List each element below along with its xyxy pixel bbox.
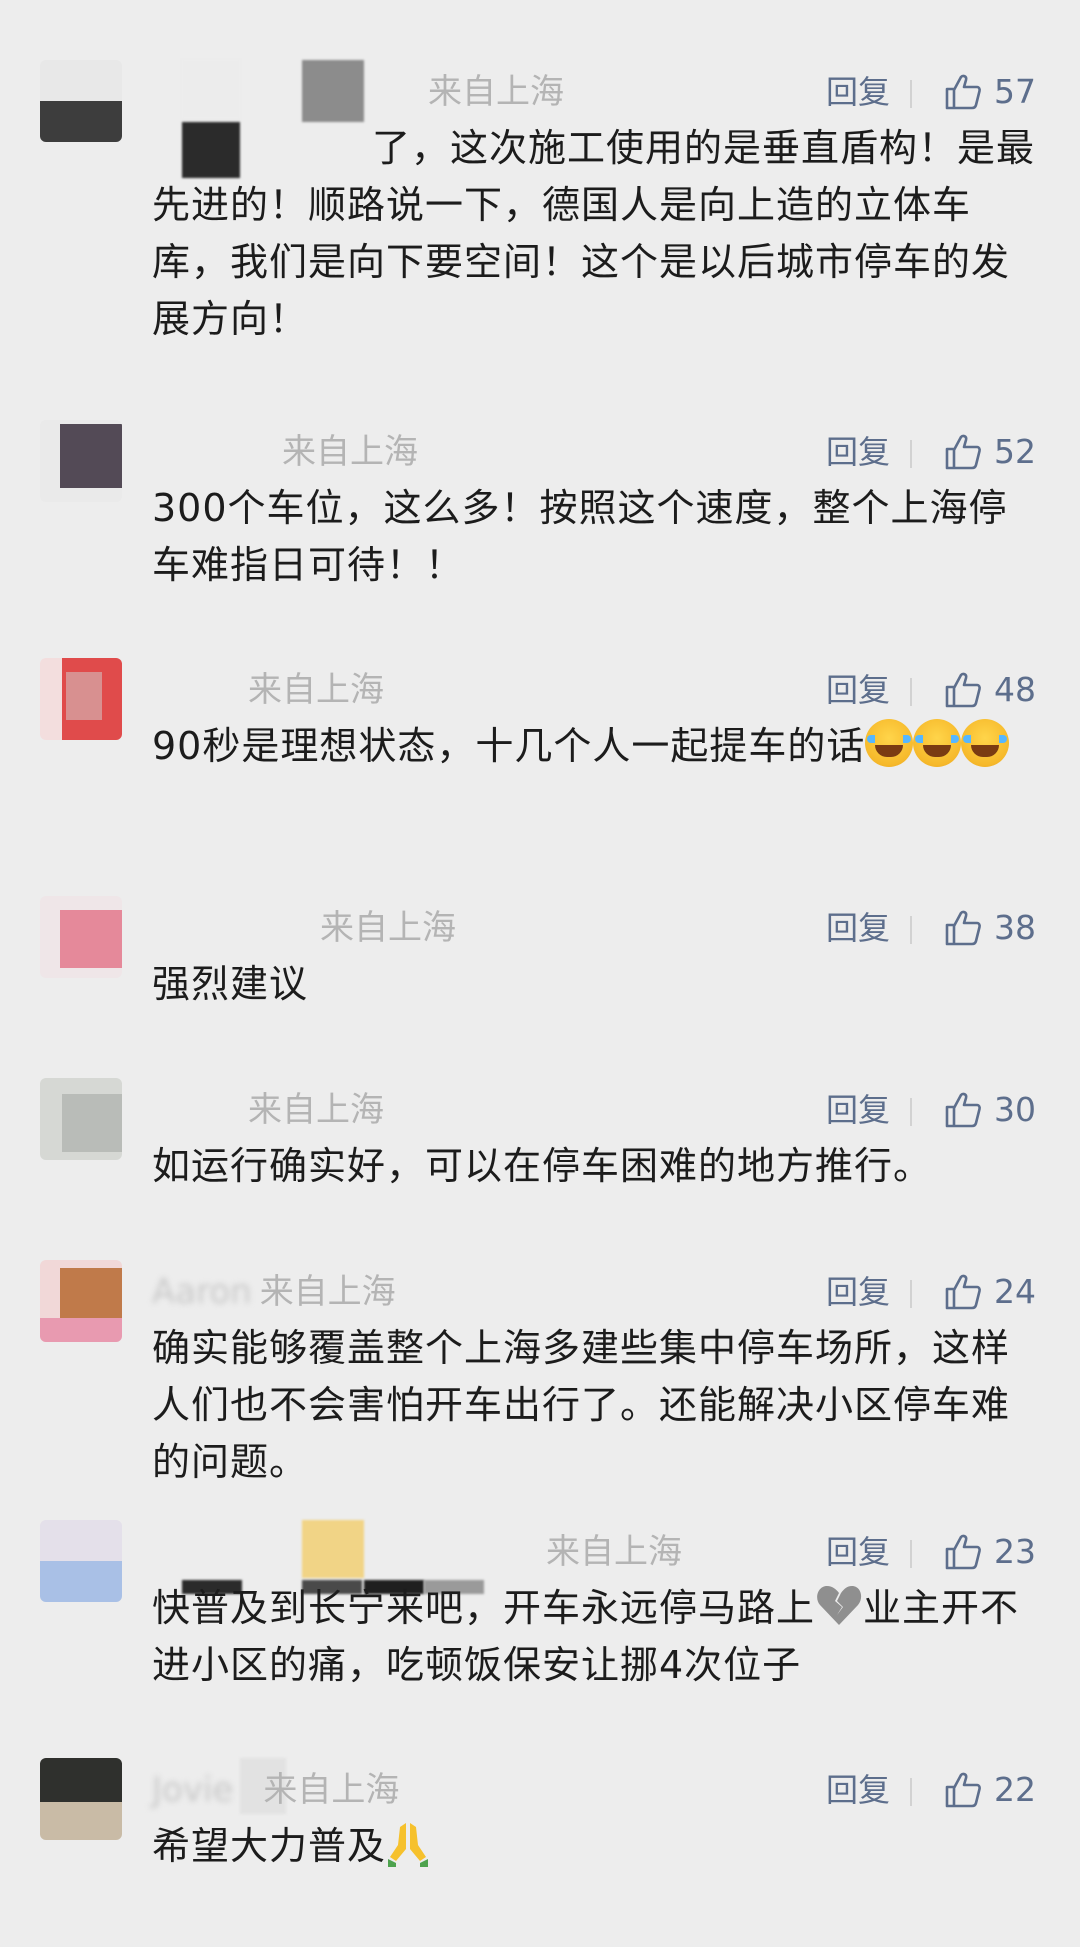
like-count: 52 — [994, 432, 1036, 471]
thumbs-up-icon — [945, 434, 981, 470]
divider — [910, 916, 912, 944]
comment-meta: Aaron 来自上海 — [152, 1268, 396, 1316]
location-label: 来自上海 — [320, 908, 456, 948]
avatar[interactable] — [40, 1260, 122, 1342]
avatar[interactable] — [40, 658, 122, 740]
comment-meta: 来自上海 — [152, 1086, 384, 1134]
reply-button[interactable]: 回复 — [826, 1528, 890, 1576]
like-button[interactable]: 57 — [944, 68, 1036, 116]
reply-button[interactable]: 回复 — [826, 1086, 890, 1134]
divider — [910, 1280, 912, 1308]
like-count: 24 — [994, 1272, 1036, 1311]
divider — [910, 1098, 912, 1126]
comment-meta: 来自上海 — [152, 68, 564, 116]
like-button[interactable]: 23 — [944, 1528, 1036, 1576]
like-count: 38 — [994, 908, 1036, 947]
divider — [910, 80, 912, 108]
avatar[interactable] — [40, 1520, 122, 1602]
like-count: 22 — [994, 1770, 1036, 1809]
reply-button[interactable]: 回复 — [826, 428, 890, 476]
location-label: 来自上海 — [546, 1532, 682, 1572]
like-count: 30 — [994, 1090, 1036, 1129]
like-count: 57 — [994, 72, 1036, 111]
thumbs-up-icon — [945, 1534, 981, 1570]
comment-text: 希望大力普及 — [152, 1818, 1040, 1875]
laugh-cry-emoji-icon — [865, 719, 914, 767]
comment-text: 强烈建议 — [152, 962, 309, 1006]
like-count: 48 — [994, 670, 1036, 709]
broken-heart-emoji-icon — [817, 1586, 862, 1625]
reply-button[interactable]: 回复 — [826, 666, 890, 714]
like-button[interactable]: 24 — [944, 1268, 1036, 1316]
location-label: 来自上海 — [259, 1272, 396, 1312]
thumbs-up-icon — [945, 910, 981, 946]
username[interactable]: Jovie — [152, 1770, 233, 1810]
like-button[interactable]: 22 — [944, 1766, 1036, 1814]
thumbs-up-icon — [945, 1092, 981, 1128]
avatar[interactable] — [40, 1758, 122, 1840]
comment-meta: 来自上海 — [152, 1528, 682, 1576]
thumbs-up-icon — [945, 1274, 981, 1310]
divider — [910, 1778, 912, 1806]
reply-button[interactable]: 回复 — [826, 904, 890, 952]
comment-meta: 来自上海 — [152, 666, 384, 714]
comment-text: 300个车位，这么多！按照这个速度，整个上海停车难指日可待！！ — [152, 486, 1008, 587]
thumbs-up-icon — [945, 672, 981, 708]
pray-emoji-icon — [388, 1823, 429, 1867]
avatar[interactable] — [40, 1078, 122, 1160]
comment-text: 90秒是理想状态，十几个人一起提车的话 — [152, 718, 1040, 775]
like-button[interactable]: 52 — [944, 428, 1036, 476]
thumbs-up-icon — [945, 74, 981, 110]
location-label: 来自上海 — [282, 432, 418, 472]
username[interactable]: Aaron — [152, 1272, 252, 1312]
location-label: 来自上海 — [263, 1770, 400, 1810]
divider — [910, 678, 912, 706]
like-button[interactable]: 30 — [944, 1086, 1036, 1134]
reply-button[interactable]: 回复 — [826, 1766, 890, 1814]
reply-button[interactable]: 回复 — [826, 1268, 890, 1316]
comment-text: 快普及到长宁来吧，开车永远停马路上 业主开不进小区的痛，吃顿饭保安让挪4次位子 — [152, 1580, 1040, 1694]
location-label: 来自上海 — [248, 1090, 384, 1130]
avatar[interactable] — [40, 896, 122, 978]
comment-meta: Jovie 来自上海 — [152, 1766, 399, 1814]
laugh-cry-emoji-icon — [961, 719, 1010, 767]
like-count: 23 — [994, 1532, 1036, 1571]
thumbs-up-icon — [945, 1772, 981, 1808]
divider — [910, 1540, 912, 1568]
like-button[interactable]: 38 — [944, 904, 1036, 952]
like-button[interactable]: 48 — [944, 666, 1036, 714]
location-label: 来自上海 — [428, 72, 564, 112]
location-label: 来自上海 — [248, 670, 384, 710]
divider — [910, 440, 912, 468]
comment-text: 如运行确实好，可以在停车困难的地方推行。 — [152, 1144, 933, 1188]
comment-meta: 来自上海 — [152, 904, 456, 952]
comment-text: 确实能够覆盖整个上海多建些集中停车场所，这样人们也不会害怕开车出行了。还能解决小… — [152, 1326, 1011, 1484]
comment-text: 了，这次施工使用的是垂直盾构！是最先进的！顺路说一下，德国人是向上造的立体车库，… — [152, 126, 1036, 341]
avatar[interactable] — [40, 420, 122, 502]
reply-button[interactable]: 回复 — [826, 68, 890, 116]
comment-meta: 来自上海 — [152, 428, 418, 476]
avatar[interactable] — [40, 60, 122, 142]
laugh-cry-emoji-icon — [913, 719, 962, 767]
